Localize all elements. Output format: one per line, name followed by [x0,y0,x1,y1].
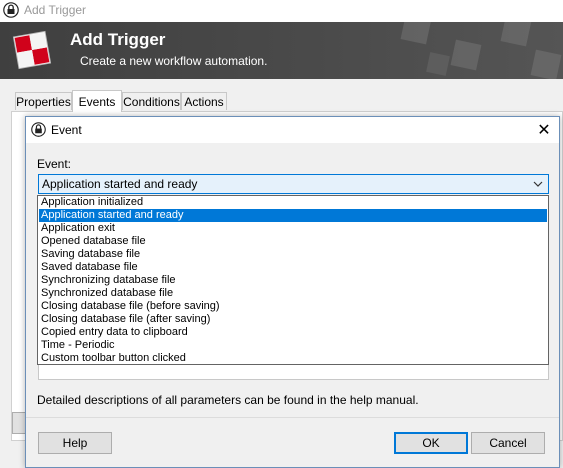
banner-title: Add Trigger [70,30,166,49]
close-icon[interactable]: ✕ [532,119,556,141]
tab-events[interactable]: Events [72,90,122,112]
dropdown-option-selected[interactable]: Application started and ready [39,209,547,222]
cancel-button[interactable]: Cancel [471,432,545,454]
dropdown-option[interactable]: Opened database file [39,235,547,248]
dropdown-option[interactable]: Application initialized [39,196,547,209]
event-label: Event: [37,157,72,171]
tab-conditions[interactable]: Conditions [122,92,181,110]
event-select-value: Application started and ready [42,177,198,191]
banner-subtitle: Create a new workflow automation. [80,54,268,68]
dropdown-option[interactable]: Saving database file [39,248,547,261]
dropdown-option[interactable]: Copied entry data to clipboard [39,326,547,339]
dialog-title: Event [51,123,82,137]
window-title: Add Trigger [24,3,87,17]
event-dropdown-list: Application initialized Application star… [37,195,549,365]
dropdown-option[interactable]: Synchronizing database file [39,274,547,287]
dropdown-option[interactable]: Closing database file (before saving) [39,300,547,313]
dialog-titlebar [26,117,559,143]
app-logo-icon [12,30,52,70]
divider [26,417,559,418]
dropdown-option[interactable]: Custom toolbar button clicked [39,352,547,365]
chevron-down-icon [533,181,543,187]
help-button[interactable]: Help [38,432,112,454]
dropdown-option[interactable]: Closing database file (after saving) [39,313,547,326]
header-banner: Add Trigger Create a new workflow automa… [0,22,563,79]
lock-icon [3,2,19,18]
event-select[interactable]: Application started and ready [38,174,549,194]
help-description: Detailed descriptions of all parameters … [37,393,419,407]
dropdown-option[interactable]: Saved database file [39,261,547,274]
tab-actions[interactable]: Actions [181,92,227,110]
dropdown-option[interactable]: Application exit [39,222,547,235]
banner-decoration [400,22,562,79]
tab-properties[interactable]: Properties [15,92,72,110]
dropdown-option[interactable]: Synchronized database file [39,287,547,300]
dropdown-option[interactable]: Time - Periodic [39,339,547,352]
lock-icon [31,122,46,137]
ok-button[interactable]: OK [394,432,468,454]
